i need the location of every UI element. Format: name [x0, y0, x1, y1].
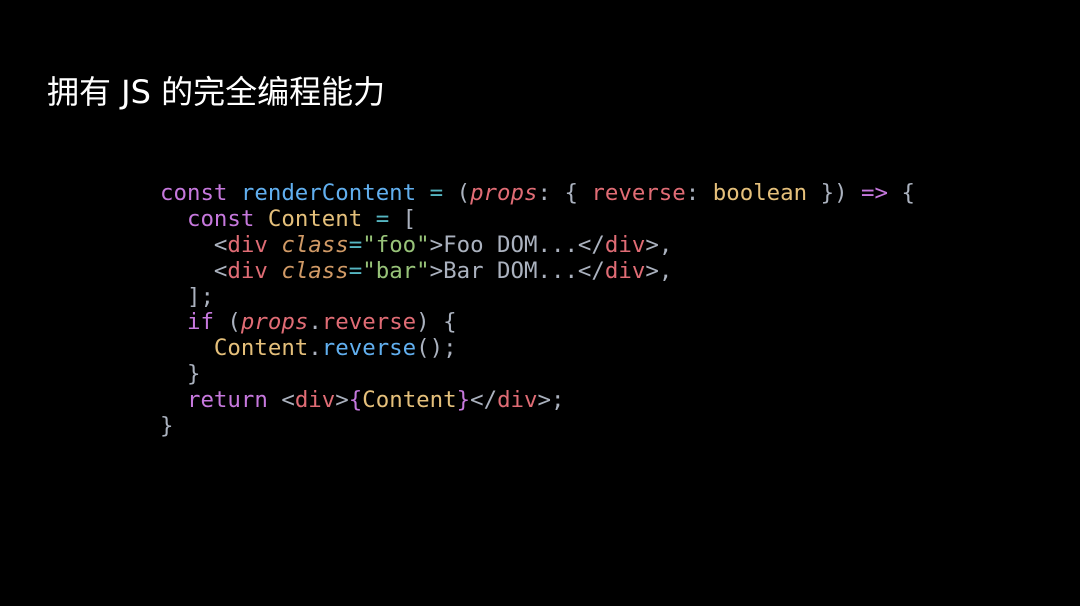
code-token: ];	[160, 283, 214, 310]
code-token: .	[308, 309, 322, 336]
code-token: >Foo DOM...</	[429, 231, 605, 258]
code-token: "bar"	[362, 257, 430, 284]
code-token: ();	[416, 335, 457, 362]
code-token: {	[888, 180, 915, 206]
code-token: reverse	[591, 180, 686, 206]
code-token: Content	[213, 335, 309, 362]
code-token: div	[227, 231, 268, 258]
code-token: renderContent	[240, 180, 417, 206]
code-token: reverse	[321, 335, 417, 362]
code-token: (	[213, 309, 241, 336]
code-token: Content	[362, 387, 457, 414]
code-token: >;	[537, 387, 565, 414]
code-token: reverse	[321, 309, 417, 336]
code-token: div	[604, 231, 646, 258]
code-line: <div class="bar">Bar DOM...</div>,	[160, 257, 915, 285]
code-token: <	[160, 231, 228, 258]
code-token: const	[160, 180, 228, 206]
code-token: div	[497, 387, 538, 414]
code-token: >,	[645, 231, 673, 258]
code-line: if (props.reverse) {	[160, 310, 915, 336]
code-token: class	[281, 231, 349, 258]
code-token: <	[160, 257, 228, 284]
code-token: boolean	[712, 180, 808, 206]
code-line: }	[160, 361, 915, 388]
code-token: }	[456, 387, 471, 414]
code-token: {	[348, 387, 363, 414]
code-token: Content	[267, 205, 363, 232]
code-token: : {	[537, 180, 592, 206]
code-token: if	[186, 309, 214, 336]
code-line: Content.reverse();	[160, 335, 915, 362]
code-token: "foo"	[362, 231, 430, 258]
code-token: :	[685, 180, 713, 206]
code-token: }	[160, 361, 201, 388]
code-line: <div class="foo">Foo DOM...</div>,	[160, 231, 915, 259]
code-token: class	[281, 257, 349, 284]
code-token: div	[227, 257, 268, 284]
code-line: return <div>{Content}</div>;	[160, 387, 915, 414]
code-line: ];	[160, 283, 915, 311]
code-token: =	[348, 231, 363, 258]
code-token: props	[240, 309, 309, 336]
code-token: })	[807, 180, 862, 206]
code-token: props	[470, 180, 538, 206]
code-token: ) {	[416, 309, 457, 336]
code-line: const Content = [	[160, 205, 915, 233]
code-token: =	[429, 180, 444, 206]
code-token: div	[294, 387, 336, 414]
code-token: return	[186, 387, 268, 414]
code-token: div	[604, 257, 646, 284]
slide-title: 拥有 JS 的完全编程能力	[47, 73, 386, 111]
code-token: =	[375, 205, 390, 232]
code-line: const renderContent = (props: { reverse:…	[160, 180, 915, 207]
code-block: const renderContent = (props: { reverse:…	[160, 180, 915, 440]
code-token: =>	[861, 180, 889, 206]
code-line: }	[160, 413, 915, 440]
code-token: =	[348, 257, 363, 284]
code-token: .	[308, 335, 322, 362]
code-token: >	[335, 387, 349, 414]
code-token: }	[160, 413, 174, 440]
code-token: [	[389, 205, 417, 232]
code-token: (	[443, 180, 471, 206]
code-token: <	[267, 387, 295, 414]
code-token: const	[186, 205, 255, 232]
code-token: >,	[645, 257, 673, 284]
code-token: </	[470, 387, 498, 414]
code-token: >Bar DOM...</	[429, 257, 605, 284]
